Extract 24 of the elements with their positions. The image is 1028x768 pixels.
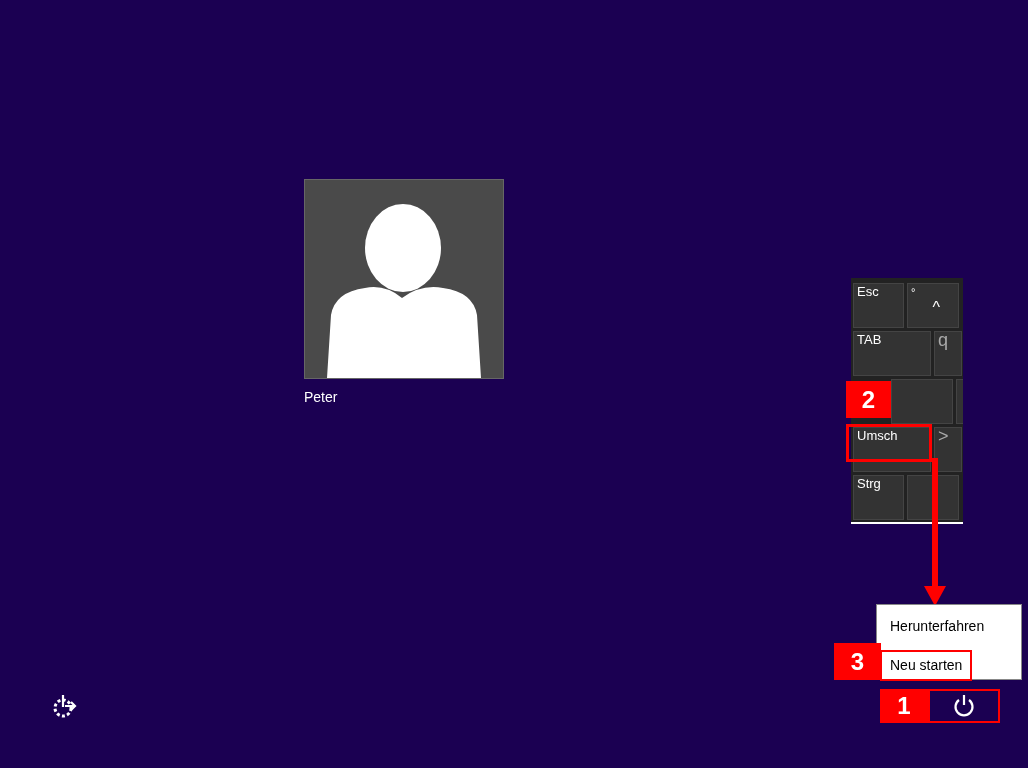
keyboard-key[interactable]: ° ^ (907, 283, 959, 328)
key-label: Strg (857, 476, 881, 491)
power-button[interactable] (928, 689, 1000, 723)
key-label: q (938, 330, 948, 350)
keyboard-key[interactable]: Strg (853, 475, 904, 520)
key-label: Umsch (857, 428, 898, 443)
key-label: ^ (932, 300, 940, 316)
key-label: Esc (857, 284, 879, 299)
power-icon (953, 694, 975, 718)
key-label: > (938, 426, 949, 446)
step-number: 1 (880, 689, 928, 723)
power-menu-item[interactable]: Neu starten (882, 652, 971, 679)
keyboard-key[interactable]: TAB (853, 331, 931, 376)
keyboard-key[interactable]: Esc (853, 283, 904, 328)
key-label: TAB (857, 332, 882, 347)
user-name: Peter (304, 388, 338, 407)
step-number: 3 (834, 643, 881, 680)
power-menu-item[interactable]: Herunterfahren (882, 613, 993, 640)
step-number: 2 (846, 381, 891, 418)
ease-of-access-icon (51, 693, 77, 719)
key-shift-label: ° (911, 285, 916, 300)
user-avatar[interactable] (304, 179, 504, 379)
keyboard-key[interactable]: > (934, 427, 962, 472)
keyboard-key[interactable]: q (934, 331, 962, 376)
